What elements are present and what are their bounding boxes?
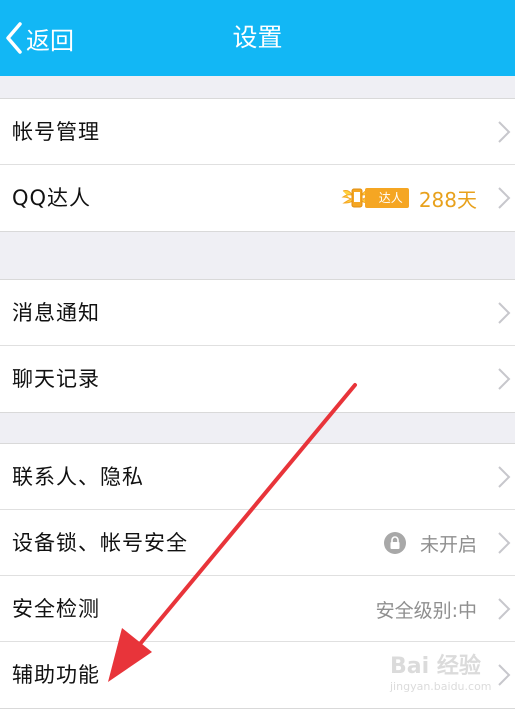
- nav-bar: 返回 设置: [0, 0, 515, 76]
- row-label: 聊天记录: [12, 367, 100, 391]
- row-device-lock[interactable]: 设备锁、帐号安全 未开启: [0, 510, 515, 576]
- row-account-management[interactable]: 帐号管理: [0, 99, 515, 165]
- settings-group-account: 帐号管理 QQ达人 达人 288天: [0, 98, 515, 232]
- device-lock-status: 未开启: [383, 510, 477, 576]
- row-label: 安全检测: [12, 597, 100, 621]
- lock-icon: [383, 532, 406, 554]
- chevron-right-icon: [498, 368, 511, 390]
- row-label: 辅助功能: [12, 663, 100, 687]
- daren-info: 达人 288天: [339, 165, 477, 231]
- chevron-right-icon: [498, 597, 511, 620]
- row-label: 帐号管理: [12, 120, 100, 144]
- badge-label: 达人: [364, 188, 409, 208]
- watermark-logo: Bai 经验: [390, 654, 481, 679]
- chevron-right-icon: [498, 465, 511, 488]
- settings-group-messages: 消息通知 聊天记录: [0, 279, 515, 413]
- row-message-notification[interactable]: 消息通知: [0, 280, 515, 346]
- security-level: 安全级别:中: [376, 576, 477, 642]
- chevron-right-icon: [498, 187, 511, 209]
- device-lock-value: 未开启: [419, 533, 477, 556]
- row-qq-daren[interactable]: QQ达人 达人 288天: [0, 165, 515, 231]
- chevron-right-icon: [498, 664, 511, 686]
- daren-badge: 达人: [339, 185, 409, 211]
- watermark-url: jingyan.baidu.com: [390, 680, 492, 693]
- watermark: Bai 经验 jingyan.baidu.com: [390, 648, 492, 693]
- row-security-check[interactable]: 安全检测 安全级别:中: [0, 576, 515, 642]
- security-level-value: 安全级别:中: [375, 599, 477, 622]
- row-label: QQ达人: [12, 186, 92, 210]
- page-title: 设置: [232, 23, 283, 52]
- daren-days: 288天: [418, 187, 477, 212]
- row-label: 设备锁、帐号安全: [12, 531, 188, 555]
- row-label: 消息通知: [12, 301, 100, 325]
- chevron-right-icon: [498, 301, 511, 324]
- row-contacts-privacy[interactable]: 联系人、隐私: [0, 444, 515, 510]
- row-chat-history[interactable]: 聊天记录: [0, 346, 515, 412]
- chevron-right-icon: [498, 120, 511, 143]
- row-label: 联系人、隐私: [12, 465, 144, 489]
- chevron-right-icon: [498, 531, 511, 554]
